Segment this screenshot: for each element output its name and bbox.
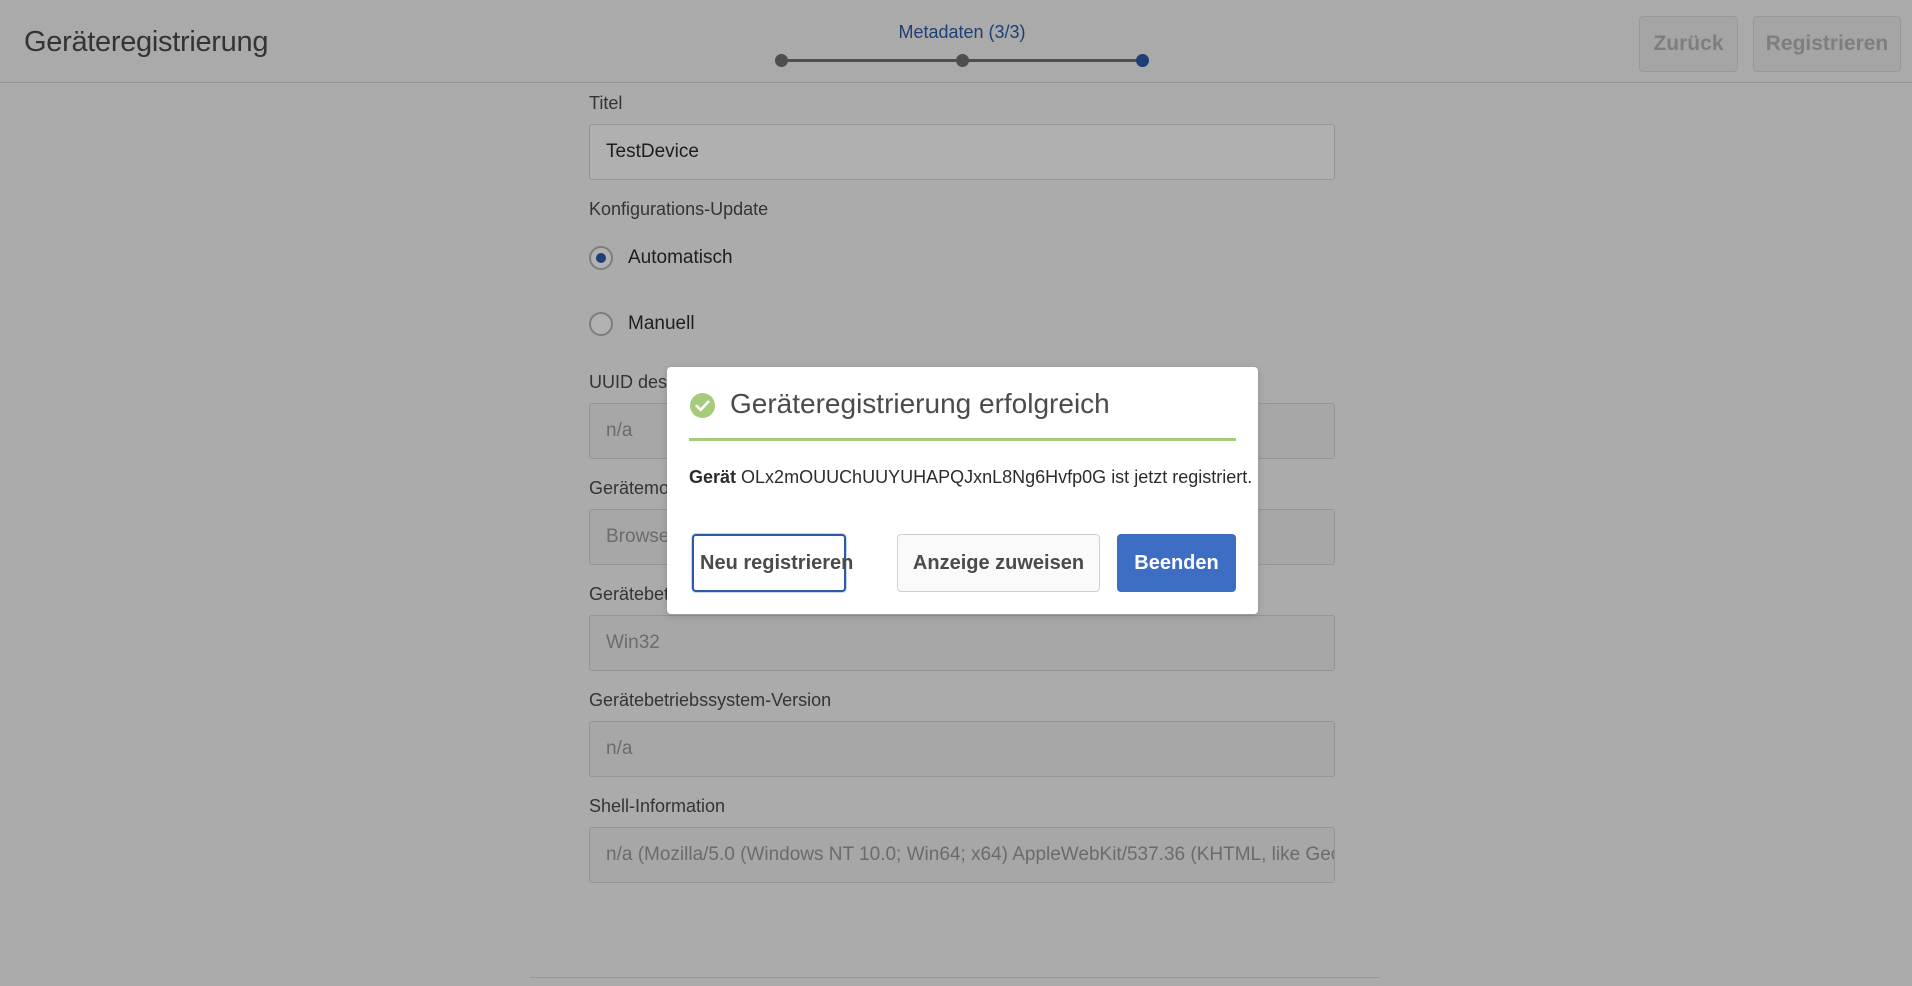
message-suffix: ist jetzt registriert. xyxy=(1111,467,1253,487)
success-dialog: Geräteregistrierung erfolgreich Gerät OL… xyxy=(667,367,1258,614)
check-circle-icon xyxy=(690,393,715,418)
dialog-title: Geräteregistrierung erfolgreich xyxy=(730,388,1110,419)
device-registration-page: Geräteregistrierung Metadaten (3/3) Zurü… xyxy=(0,0,1912,986)
device-id: OLx2mOUUChUUYUHAPQJxnL8Ng6Hvfp0G xyxy=(741,467,1107,487)
assign-display-button[interactable]: Anzeige zuweisen xyxy=(897,534,1100,592)
message-prefix: Gerät xyxy=(689,467,737,487)
register-again-button[interactable]: Neu registrieren xyxy=(692,534,853,592)
dialog-message: Gerät OLx2mOUUChUUYUHAPQJxnL8Ng6Hvfp0G i… xyxy=(689,467,1252,488)
dialog-divider xyxy=(689,438,1236,441)
finish-button[interactable]: Beenden xyxy=(1117,534,1236,592)
